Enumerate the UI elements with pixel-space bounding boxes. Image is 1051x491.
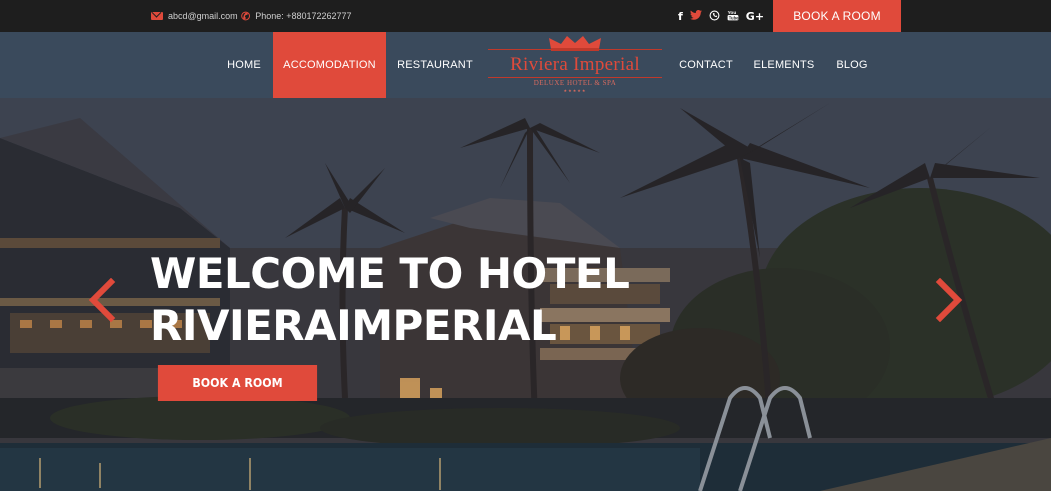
nav-elements[interactable]: ELEMENTS [749,32,819,98]
hero-slider: WELCOME TO HOTEL RIVIERAIMPERIAL BOOK A … [0,98,1051,491]
logo-rule-top [488,49,662,50]
facebook-icon[interactable]: f [678,11,683,22]
phone-icon: ✆ [241,10,251,23]
logo-rule-bottom [488,77,662,78]
hero-title: WELCOME TO HOTEL RIVIERAIMPERIAL [150,248,670,352]
social-links: f You Tube G+ [678,0,764,32]
hero-book-room-button[interactable]: BOOK A ROOM [157,365,318,401]
logo-subtitle: DELUXE HOTEL & SPA [533,79,617,87]
top-bar: abcd@gmail.com ✆ Phone: +880172262777 f … [0,0,1051,32]
googleplus-icon[interactable]: G+ [746,11,764,22]
nav-contact[interactable]: CONTACT [676,32,736,98]
youtube-icon[interactable]: You Tube [727,9,739,23]
logo-title: Riviera Imperial [510,54,640,75]
twitter-icon[interactable] [689,9,702,22]
svg-text:Tube: Tube [729,16,739,21]
contact-phone[interactable]: ✆ Phone: +880172262777 [241,0,352,32]
whatsapp-icon[interactable] [709,10,720,23]
mail-icon [151,12,163,20]
main-nav: HOME ACCOMODATION RESTAURANT Riviera Imp… [0,32,1051,98]
logo-stars: ★★★★★ [563,88,587,93]
nav-home[interactable]: HOME [220,32,268,98]
nav-blog[interactable]: BLOG [832,32,872,98]
slider-prev-arrow-icon[interactable] [87,278,117,322]
svg-text:You: You [727,10,736,16]
email-text[interactable]: abcd@gmail.com [168,11,238,21]
hero-title-line1: WELCOME TO HOTEL [150,249,630,298]
slider-next-arrow-icon[interactable] [934,278,964,322]
nav-restaurant[interactable]: RESTAURANT [394,32,476,98]
phone-text[interactable]: Phone: +880172262777 [255,11,351,21]
nav-accomodation[interactable]: ACCOMODATION [273,32,386,98]
contact-email[interactable]: abcd@gmail.com [151,0,238,32]
hotel-logo[interactable]: Riviera Imperial DELUXE HOTEL & SPA ★★★★… [488,32,662,98]
hero-title-line2: RIVIERAIMPERIAL [150,301,557,350]
book-room-top-button[interactable]: BOOK A ROOM [773,0,901,32]
